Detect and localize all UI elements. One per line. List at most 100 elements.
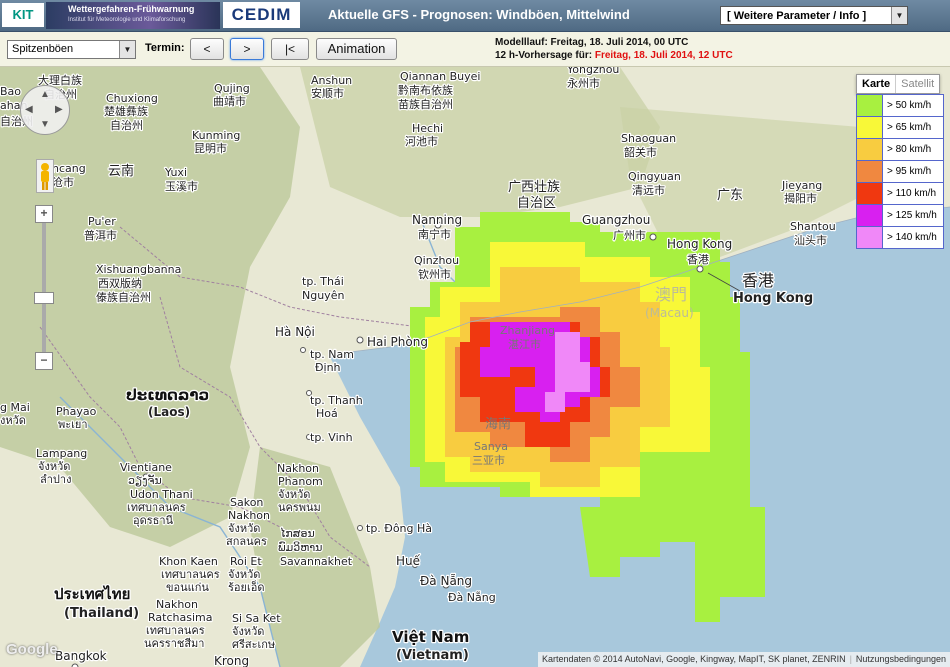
animation-button[interactable]: Animation <box>316 38 397 60</box>
map-label: ປະເທດລາວ <box>126 386 209 404</box>
variable-select-value: Spitzenböen <box>12 43 74 55</box>
map-label: ncang <box>52 162 86 175</box>
map-label: จังหวัด <box>228 568 260 581</box>
forecast-line: 12 h-Vorhersage für: Freitag, 18. Juli 2… <box>495 49 733 62</box>
map-label: Si Sa Ket <box>232 612 281 625</box>
map-label: Kunming <box>192 129 240 142</box>
map-label: 揭阳市 <box>784 191 817 205</box>
legend-row: > 95 km/h <box>857 161 943 183</box>
chevron-up-icon[interactable]: ▲ <box>40 89 50 100</box>
legend-swatch <box>857 183 883 204</box>
map-label: จังหวัด <box>228 522 260 535</box>
map-label: ประเทศไทย <box>54 584 130 603</box>
map-label: 香港 <box>687 253 709 266</box>
model-run-text: Modelllauf: Freitag, 18. Juli 2014, 00 U… <box>495 37 689 48</box>
map-label: 三亚市 <box>472 453 505 467</box>
map-label: tp. Thanh <box>310 394 363 407</box>
map-label: Vientiane <box>120 461 172 474</box>
map-label: (Laos) <box>148 405 190 419</box>
map-label: 普洱市 <box>84 228 117 242</box>
next-step-button[interactable]: > <box>230 38 264 60</box>
previous-step-button[interactable]: < <box>190 38 224 60</box>
map-label: เทศบาลนคร <box>161 568 220 581</box>
map-label: Yongzhou <box>566 67 619 76</box>
map-type-control: Karte Satellit <box>856 74 941 94</box>
map-label: Hà Nội <box>275 325 315 339</box>
map-label: Krong <box>214 654 249 667</box>
legend-swatch <box>857 161 883 182</box>
terms-link[interactable]: Nutzungsbedingungen <box>856 654 946 664</box>
map-label: 钦州市 <box>418 267 451 281</box>
map-label: ศรีสะเกษ <box>232 638 275 651</box>
map-label: Shaoguan <box>621 132 676 145</box>
legend-row: > 140 km/h <box>857 227 943 248</box>
map-label: Hai Phòng <box>367 335 428 349</box>
google-logo[interactable]: Google <box>6 641 58 658</box>
map-label: Nakhon <box>277 462 319 475</box>
map-label: 傣族自治州 <box>96 290 151 304</box>
legend-label: > 110 km/h <box>887 188 937 199</box>
map-label: Shantou <box>790 220 836 233</box>
map-label: 湛江市 <box>508 337 541 351</box>
pan-control[interactable]: ▲ ▼ ◀ ▶ <box>20 85 70 135</box>
map-label: (Thailand) <box>64 606 139 621</box>
chevron-down-icon: ▼ <box>891 7 907 24</box>
map-label: Đà Nẵng <box>448 591 496 604</box>
map-label: เทศบาลนคร <box>146 624 205 637</box>
map-label: จังหวัด <box>278 488 310 501</box>
run-info: Modelllauf: Freitag, 18. Juli 2014, 00 U… <box>495 36 733 62</box>
map-label: 自治区 <box>517 196 556 211</box>
map-label: จังหวัด <box>232 625 264 638</box>
legend-swatch <box>857 117 883 138</box>
map-label: Sakon <box>230 496 263 509</box>
cedim-logo[interactable]: CEDIM <box>223 2 300 28</box>
map-canvas[interactable]: 大理白族 自治州 Chuxiong 楚雄彝族 自治州 Qujing 曲靖市 Ku… <box>0 67 950 667</box>
chevron-down-icon[interactable]: ▼ <box>40 119 50 130</box>
map-label: 广西壮族 <box>508 179 560 195</box>
legend-label: > 95 km/h <box>887 166 932 177</box>
legend-label: > 50 km/h <box>887 100 932 111</box>
map-label: Định <box>315 361 341 374</box>
warning-banner[interactable]: Wettergefahren-Frühwarnung Institut für … <box>46 2 220 29</box>
chevron-left-icon[interactable]: ◀ <box>25 104 33 115</box>
map-label: 曲靖市 <box>213 94 246 108</box>
legend-label: > 140 km/h <box>887 232 937 243</box>
map-label: สกลนคร <box>226 535 267 548</box>
map-label: ພົມວິຫານ <box>278 541 322 554</box>
variable-select[interactable]: Spitzenböen ▼ <box>7 40 136 59</box>
map-label: tp. Nam <box>310 348 354 361</box>
zoom-out-button[interactable]: − <box>35 352 53 370</box>
map-label: Hong Kong <box>733 291 813 306</box>
zoom-slider-thumb[interactable] <box>34 292 54 304</box>
banner-title: Wettergefahren-Frühwarnung <box>68 4 195 14</box>
zoom-in-button[interactable]: + <box>35 205 53 223</box>
legend-row: > 80 km/h <box>857 139 943 161</box>
legend-label: > 65 km/h <box>887 122 932 133</box>
page-title: Aktuelle GFS - Prognosen: Windböen, Mitt… <box>328 7 630 22</box>
map-label: Zhanjiang <box>500 324 555 337</box>
forecast-prefix: 12 h-Vorhersage für: <box>495 50 593 61</box>
map-label: Qujing <box>214 82 250 95</box>
street-view-pegman-icon[interactable] <box>36 159 54 193</box>
chevron-right-icon[interactable]: ▶ <box>55 104 63 115</box>
header-bar: KIT Wettergefahren-Frühwarnung Institut … <box>0 0 950 32</box>
tab-satellit[interactable]: Satellit <box>896 75 939 93</box>
map-label: 自治州 <box>110 118 143 132</box>
legend-swatch <box>857 95 883 116</box>
zoom-slider-track[interactable] <box>42 207 46 369</box>
map-label: Nguyên <box>302 289 344 302</box>
first-step-button[interactable]: |< <box>271 38 309 60</box>
map-label: ขอนแก่น <box>166 581 209 594</box>
map-label: 玉溪市 <box>165 179 198 193</box>
map-label: 清远市 <box>632 183 665 197</box>
banner-subtitle: Institut für Meteorologie und Klimaforsc… <box>68 17 186 23</box>
kit-logo[interactable]: KIT <box>2 3 44 27</box>
map-label: Qiannan Buyei <box>400 70 480 83</box>
tab-karte[interactable]: Karte <box>857 75 897 93</box>
legend-row: > 125 km/h <box>857 205 943 227</box>
parameter-select[interactable]: [ Weitere Parameter / Info ] ▼ <box>720 6 908 25</box>
map-label: 云南 <box>108 163 134 179</box>
map-label: Hong Kong <box>667 237 732 251</box>
legend-row: > 110 km/h <box>857 183 943 205</box>
map-label: Sanya <box>474 440 508 453</box>
